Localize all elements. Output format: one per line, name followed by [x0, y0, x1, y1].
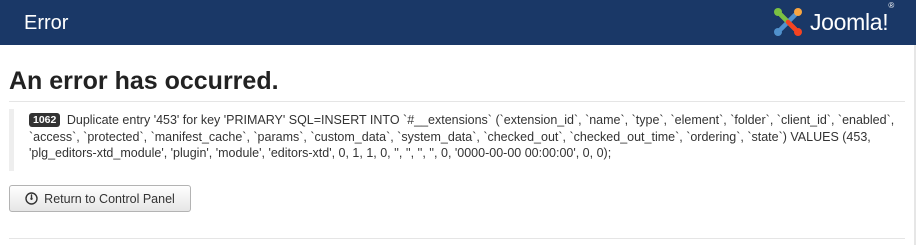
joomla-brand: Joomla!®: [772, 0, 894, 39]
bottom-divider: [9, 238, 905, 239]
brand-registered-mark: ®: [888, 0, 894, 10]
brand-name: Joomla!®: [809, 0, 894, 35]
return-button-label: Return to Control Panel: [44, 191, 175, 206]
error-code-badge: 1062: [29, 113, 61, 127]
title-divider: [9, 101, 905, 102]
header-title: Error: [24, 12, 69, 34]
page-header: Error Joomla!®: [0, 0, 916, 45]
dashboard-icon: [25, 192, 38, 205]
joomla-logo-icon: [772, 6, 804, 38]
return-to-control-panel-button[interactable]: Return to Control Panel: [9, 185, 191, 212]
error-message-text: Duplicate entry '453' for key 'PRIMARY' …: [29, 113, 895, 160]
page-title: An error has occurred.: [9, 67, 279, 95]
error-message-block: 1062 Duplicate entry '453' for key 'PRIM…: [9, 109, 905, 171]
main-content: An error has occurred. 1062 Duplicate en…: [0, 45, 914, 245]
